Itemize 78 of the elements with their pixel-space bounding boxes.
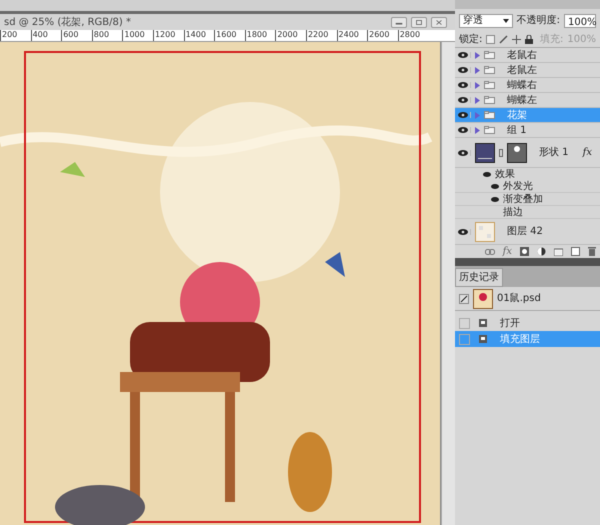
folder-icon bbox=[484, 96, 495, 104]
opacity-field[interactable]: 100% bbox=[564, 14, 596, 28]
fx-button[interactable]: fx bbox=[502, 244, 512, 259]
lock-label: 锁定: bbox=[459, 32, 482, 47]
shape-thumbnail-icon bbox=[475, 142, 495, 162]
fill-label: 填充: bbox=[540, 32, 564, 47]
folder-icon bbox=[484, 66, 495, 74]
layer-thumbnail-icon bbox=[475, 222, 495, 242]
lock-icon[interactable] bbox=[525, 35, 534, 44]
thumbnail-icon bbox=[473, 288, 493, 308]
ruler-label: 800 bbox=[92, 30, 122, 41]
ruler-label: 600 bbox=[61, 30, 92, 41]
expand-icon[interactable] bbox=[475, 82, 480, 88]
eye-icon[interactable] bbox=[458, 127, 468, 133]
ruler-label: 1200 bbox=[152, 30, 184, 41]
chain-icon[interactable] bbox=[499, 148, 503, 156]
history-step[interactable]: 打开 bbox=[455, 315, 600, 331]
transparency-lock-icon[interactable] bbox=[486, 35, 496, 44]
folder-icon bbox=[484, 126, 495, 134]
layer-row[interactable]: 组 1 bbox=[455, 123, 600, 138]
expand-icon[interactable] bbox=[475, 96, 480, 104]
ruler-label: 2400 bbox=[336, 30, 368, 41]
ruler-label: 1600 bbox=[214, 30, 245, 41]
ruler-label: 2200 bbox=[306, 30, 337, 41]
folder-icon bbox=[484, 111, 495, 119]
history-tab[interactable]: 历史记录 bbox=[455, 268, 503, 287]
eye-icon[interactable] bbox=[458, 82, 468, 88]
document-title: sd @ 25% (花架, RGB/8) * bbox=[4, 16, 131, 30]
caret-icon[interactable] bbox=[502, 18, 509, 22]
eye-icon[interactable] bbox=[458, 97, 468, 103]
layer-row[interactable]: 图层 42 bbox=[455, 219, 600, 245]
ruler-label: 1400 bbox=[184, 30, 214, 41]
eye-icon[interactable] bbox=[458, 52, 468, 58]
folder-icon bbox=[484, 81, 495, 89]
effect-name: 外发光 bbox=[503, 180, 533, 194]
layer-row[interactable]: 形状 1 fx bbox=[455, 138, 600, 168]
ruler-label: 1800 bbox=[244, 30, 276, 41]
link-icon[interactable] bbox=[484, 248, 495, 254]
expand-icon[interactable] bbox=[475, 66, 480, 74]
eye-icon[interactable] bbox=[458, 228, 468, 234]
opacity-label: 不透明度: bbox=[516, 14, 560, 28]
eye-icon[interactable] bbox=[458, 112, 468, 118]
snapshot-name[interactable]: 01鼠.psd bbox=[497, 291, 541, 306]
eye-icon[interactable] bbox=[491, 196, 499, 202]
eye-icon[interactable] bbox=[483, 172, 491, 176]
minimize-icon[interactable] bbox=[391, 16, 407, 28]
vertical-scrollbar[interactable] bbox=[441, 42, 455, 525]
brush-icon[interactable] bbox=[499, 35, 508, 44]
effect-name: 渐变叠加 bbox=[503, 192, 543, 206]
move-icon[interactable] bbox=[512, 35, 522, 44]
expand-icon[interactable] bbox=[475, 52, 480, 58]
ruler-label: 2000 bbox=[275, 30, 306, 41]
adjustment-icon[interactable] bbox=[537, 247, 546, 256]
blend-mode-dropdown[interactable]: 穿透 bbox=[459, 14, 513, 28]
eye-icon[interactable] bbox=[458, 150, 468, 156]
mask-thumbnail-icon bbox=[507, 142, 527, 162]
layer-row[interactable]: 蝴蝶右 bbox=[455, 78, 600, 93]
folder-icon bbox=[484, 51, 495, 59]
folder-icon[interactable] bbox=[554, 248, 563, 256]
ruler-label: 2600 bbox=[367, 30, 398, 41]
eye-icon[interactable] bbox=[491, 184, 499, 188]
mask-icon[interactable] bbox=[520, 247, 529, 256]
restore-icon[interactable] bbox=[411, 16, 427, 28]
trash-icon[interactable] bbox=[588, 247, 596, 256]
layer-row[interactable]: 老鼠左 bbox=[455, 63, 600, 78]
ruler-label: 200 bbox=[0, 30, 31, 41]
brush-source-icon[interactable] bbox=[459, 294, 469, 304]
close-icon[interactable] bbox=[431, 16, 447, 28]
new-layer-icon[interactable] bbox=[571, 247, 580, 256]
ruler-label: 400 bbox=[30, 30, 62, 41]
layer-row[interactable]: 老鼠右 bbox=[455, 48, 600, 63]
fx-label: fx bbox=[582, 146, 592, 160]
effects-label: 效果 bbox=[495, 168, 515, 181]
ruler-label: 2800 bbox=[398, 30, 428, 41]
ruler-label: 1000 bbox=[122, 30, 153, 41]
eye-icon[interactable] bbox=[458, 67, 468, 73]
expand-icon[interactable] bbox=[475, 126, 480, 134]
effect-name: 描边 bbox=[503, 206, 523, 220]
